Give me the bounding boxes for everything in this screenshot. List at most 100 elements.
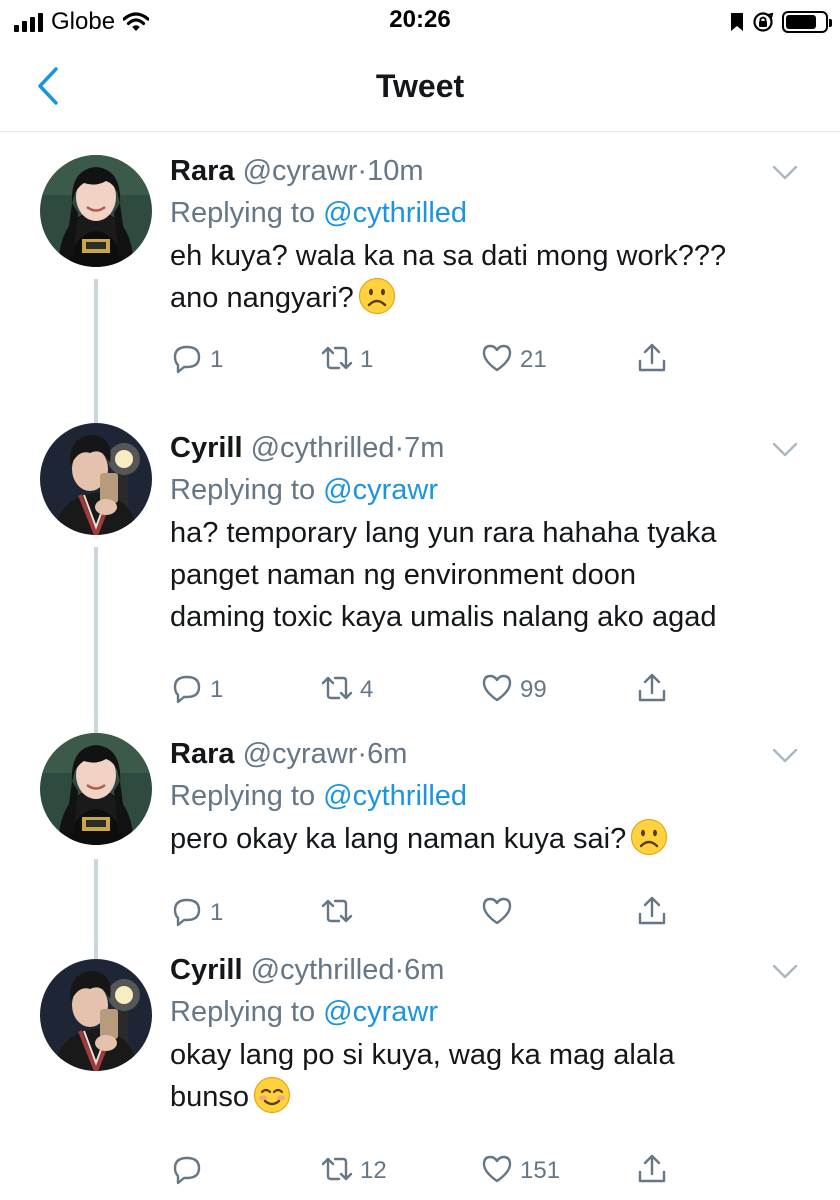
- timestamp[interactable]: 6m: [367, 738, 407, 770]
- share-icon: [635, 341, 669, 380]
- avatar[interactable]: [40, 155, 152, 267]
- replying-to: Replying to @cythrilled: [170, 195, 770, 231]
- tweet-text-line: bunso: [170, 1076, 770, 1118]
- tweet-text-content: bunso: [170, 1081, 250, 1113]
- status-bar: Globe 20:26: [0, 0, 840, 44]
- timestamp[interactable]: 6m: [404, 954, 444, 986]
- reply-icon: [170, 1152, 204, 1191]
- avatar[interactable]: [40, 423, 152, 535]
- thread-connector-line: [94, 547, 98, 749]
- like-button[interactable]: 99: [480, 670, 547, 710]
- share-button[interactable]: [635, 893, 669, 933]
- tweet-body: Cyrill @cythrilled·7m Replying to @cyrawr…: [170, 430, 770, 638]
- meta-separator: ·: [357, 155, 368, 187]
- like-count: 21: [520, 346, 547, 373]
- retweet-icon: [320, 894, 354, 933]
- author-handle[interactable]: @cythrilled: [251, 954, 395, 986]
- mention-link[interactable]: @cyrawr: [323, 996, 438, 1028]
- author-handle[interactable]: @cythrilled: [251, 432, 395, 464]
- tweet-text-line: okay lang po si kuya, wag ka mag alala: [170, 1034, 770, 1076]
- reply-icon: [170, 894, 204, 933]
- bookmark-icon: [731, 13, 743, 31]
- more-options-button[interactable]: [772, 748, 798, 764]
- tweet-body: Rara @cyrawr·6m Replying to @cythrilled pe…: [170, 736, 770, 860]
- tweet-text-line: ha? temporary lang yun rara hahaha tyaka: [170, 512, 770, 554]
- mention-link[interactable]: @cythrilled: [323, 780, 467, 812]
- tweet: Cyrill @cythrilled·7m Replying to @cyrawr…: [0, 423, 840, 749]
- reply-button[interactable]: [170, 1151, 204, 1191]
- chevron-down-icon: [772, 165, 798, 180]
- timestamp[interactable]: 10m: [367, 155, 423, 187]
- share-icon: [635, 671, 669, 710]
- retweet-button[interactable]: 1: [320, 340, 373, 380]
- reply-icon: [170, 671, 204, 710]
- chevron-down-icon: [772, 442, 798, 457]
- avatar[interactable]: [40, 959, 152, 1071]
- share-button[interactable]: [635, 340, 669, 380]
- heart-icon: [480, 671, 514, 710]
- battery-level: [786, 15, 816, 29]
- like-count: 151: [520, 1157, 561, 1184]
- avatar[interactable]: [40, 733, 152, 845]
- retweet-button[interactable]: 4: [320, 670, 373, 710]
- reply-count: 1: [210, 346, 224, 373]
- more-options-button[interactable]: [772, 165, 798, 181]
- share-button[interactable]: [635, 670, 669, 710]
- reply-button[interactable]: 1: [170, 670, 223, 710]
- smiling-face-emoji-icon: [253, 1076, 291, 1114]
- reply-button[interactable]: 1: [170, 340, 223, 380]
- meta-separator: ·: [394, 432, 405, 464]
- replying-to-label: Replying to: [170, 197, 316, 229]
- tweet-text-line: pero okay ka lang naman kuya sai?: [170, 818, 770, 860]
- status-time: 20:26: [389, 6, 451, 33]
- replying-to-label: Replying to: [170, 780, 316, 812]
- author-name[interactable]: Rara: [170, 155, 235, 187]
- share-button[interactable]: [635, 1151, 669, 1191]
- tweet-meta: Rara @cyrawr·10m: [170, 153, 770, 189]
- tweet-meta: Cyrill @cythrilled·6m: [170, 952, 770, 988]
- battery-icon: [782, 11, 832, 33]
- tweet-text-content: daming toxic kaya umalis nalang ako agad: [170, 601, 717, 633]
- reply-count: 1: [210, 676, 224, 703]
- tweet: Rara @cyrawr·10m Replying to @cythrilled e…: [0, 133, 840, 441]
- tweet-text: ha? temporary lang yun rara hahaha tyaka…: [170, 512, 770, 638]
- tweet-text: eh kuya? wala ka na sa dati mong work???…: [170, 235, 770, 319]
- replying-to: Replying to @cyrawr: [170, 472, 770, 508]
- author-handle[interactable]: @cyrawr: [243, 738, 358, 770]
- mention-link[interactable]: @cyrawr: [323, 474, 438, 506]
- reply-button[interactable]: 1: [170, 893, 223, 933]
- frowning-face-emoji-icon: [358, 277, 396, 315]
- like-button[interactable]: 21: [480, 340, 547, 380]
- like-button[interactable]: 151: [480, 1151, 560, 1191]
- timestamp[interactable]: 7m: [404, 432, 444, 464]
- tweet-actions: 12 151: [170, 1151, 690, 1191]
- tweet-text: okay lang po si kuya, wag ka mag alala bu…: [170, 1034, 770, 1118]
- page-title: Tweet: [375, 68, 465, 104]
- tweet-actions: 1 1 21: [170, 340, 690, 380]
- mention-link[interactable]: @cythrilled: [323, 197, 467, 229]
- more-options-button[interactable]: [772, 442, 798, 458]
- heart-icon: [480, 894, 514, 933]
- tweet-text-content: ano nangyari?: [170, 282, 354, 314]
- retweet-count: 12: [360, 1157, 387, 1184]
- like-count: 99: [520, 676, 547, 703]
- status-right: [730, 8, 832, 36]
- heart-icon: [480, 341, 514, 380]
- author-name[interactable]: Rara: [170, 738, 235, 770]
- author-name[interactable]: Cyrill: [170, 954, 243, 986]
- replying-to: Replying to @cythrilled: [170, 778, 770, 814]
- reply-icon: [170, 341, 204, 380]
- retweet-button[interactable]: [320, 893, 354, 933]
- more-options-button[interactable]: [772, 964, 798, 980]
- author-name[interactable]: Cyrill: [170, 432, 243, 464]
- chevron-down-icon: [772, 964, 798, 979]
- retweet-button[interactable]: 12: [320, 1151, 387, 1191]
- tweet-text-content: ha? temporary lang yun rara hahaha tyaka: [170, 517, 717, 549]
- like-button[interactable]: [480, 893, 514, 933]
- share-icon: [635, 894, 669, 933]
- retweet-icon: [320, 671, 354, 710]
- frowning-face-emoji-icon: [630, 818, 668, 856]
- tweet-actions: 1: [170, 893, 690, 933]
- replying-to: Replying to @cyrawr: [170, 994, 770, 1030]
- author-handle[interactable]: @cyrawr: [243, 155, 358, 187]
